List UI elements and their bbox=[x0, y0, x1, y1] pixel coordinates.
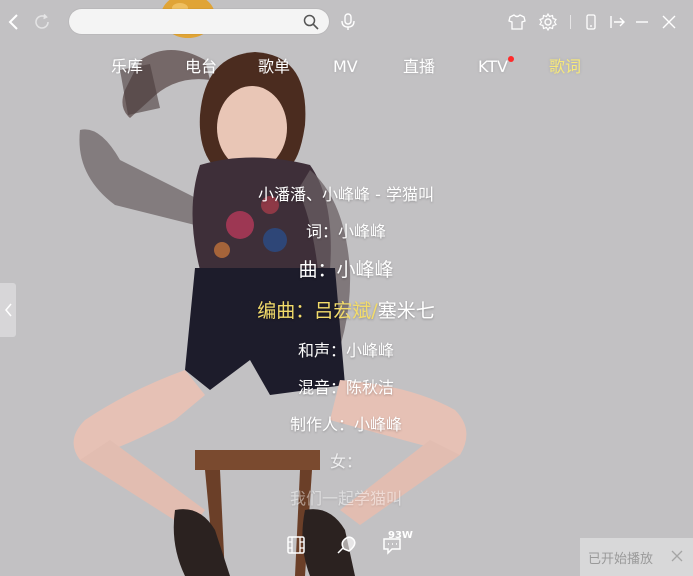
search-icon[interactable] bbox=[303, 14, 319, 30]
mini-mode-button[interactable] bbox=[607, 12, 627, 32]
tab-library[interactable]: 乐库 bbox=[111, 54, 143, 80]
lyric-line-progress: 编曲：吕宏斌/ bbox=[257, 300, 378, 322]
like-icon bbox=[337, 536, 356, 554]
search-input[interactable] bbox=[81, 12, 300, 32]
lyric-line-female: 女： bbox=[329, 452, 362, 471]
comment-count: 93W bbox=[388, 530, 413, 541]
tab-ktv-label: KTV bbox=[478, 57, 508, 76]
lyric-line-harmony: 和声：小峰峰 bbox=[297, 341, 394, 360]
mobile-button[interactable] bbox=[581, 12, 601, 32]
lyrics-panel: 小潘潘、小峰峰 - 学猫叫 词：小峰峰 曲：小峰峰 编曲：吕宏斌/塞米七 和声：… bbox=[196, 177, 496, 517]
lyric-line-producer: 制作人：小峰峰 bbox=[289, 415, 402, 434]
back-button[interactable] bbox=[3, 12, 23, 32]
refresh-button[interactable] bbox=[32, 12, 52, 32]
lyric-line-lyricist: 词：小峰峰 bbox=[305, 222, 386, 241]
mini-mode-icon bbox=[610, 16, 625, 28]
toolbar-divider bbox=[570, 15, 571, 29]
microphone-icon bbox=[341, 13, 355, 30]
side-panel-toggle[interactable] bbox=[0, 283, 16, 337]
minimize-button[interactable] bbox=[632, 12, 652, 32]
minimize-icon bbox=[636, 21, 648, 23]
tab-live[interactable]: 直播 bbox=[403, 54, 435, 80]
notification-badge bbox=[507, 56, 514, 62]
search-box[interactable] bbox=[69, 9, 329, 34]
settings-button[interactable] bbox=[538, 12, 558, 32]
tab-lyrics[interactable]: 歌词 bbox=[549, 54, 581, 80]
voice-search-button[interactable] bbox=[338, 12, 358, 32]
lyric-line-current: 编曲：吕宏斌/塞米七 bbox=[196, 296, 496, 323]
refresh-icon bbox=[35, 13, 49, 29]
chevron-left-icon bbox=[5, 303, 12, 317]
favorite-button[interactable] bbox=[335, 535, 357, 559]
close-icon bbox=[662, 15, 676, 29]
phone-icon bbox=[586, 14, 596, 30]
chevron-left-icon bbox=[8, 14, 18, 30]
close-icon[interactable] bbox=[671, 550, 683, 562]
toast-text: 已开始播放 bbox=[588, 551, 654, 567]
main-nav: 乐库 电台 歌单 MV 直播 KTV 歌词 bbox=[0, 54, 693, 80]
mv-button[interactable] bbox=[286, 535, 306, 559]
skin-button[interactable] bbox=[507, 12, 527, 32]
lyric-line-title: 小潘潘、小峰峰 - 学猫叫 bbox=[258, 185, 434, 204]
lyric-line-composer: 曲：小峰峰 bbox=[298, 259, 394, 281]
shirt-icon bbox=[508, 14, 526, 30]
gear-icon bbox=[539, 13, 557, 31]
tab-playlists[interactable]: 歌单 bbox=[258, 54, 290, 80]
top-bar bbox=[0, 0, 693, 44]
playback-toast: 已开始播放 bbox=[580, 538, 693, 576]
lyric-line-remaining: 塞米七 bbox=[377, 300, 435, 322]
lyric-line-next: 我们一起学猫叫 bbox=[289, 489, 402, 508]
tab-ktv[interactable]: KTV bbox=[478, 54, 514, 80]
tab-mv[interactable]: MV bbox=[333, 54, 358, 80]
close-button[interactable] bbox=[659, 12, 679, 32]
film-icon bbox=[287, 536, 305, 554]
tab-radio[interactable]: 电台 bbox=[185, 54, 217, 80]
lyric-line-mixing: 混音：陈秋洁 bbox=[297, 378, 394, 397]
